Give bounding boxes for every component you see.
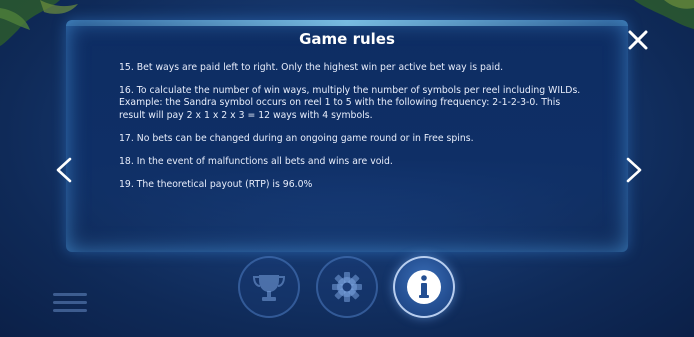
rule-17: 17. No bets can be changed during an ong… — [119, 132, 474, 144]
chevron-left-icon[interactable] — [52, 156, 76, 184]
chevron-right-icon[interactable] — [622, 156, 646, 184]
rule-19: 19. The theoretical payout (RTP) is 96.0… — [119, 179, 313, 191]
info-button[interactable] — [393, 256, 455, 318]
settings-button[interactable] — [316, 256, 378, 318]
gear-icon — [332, 272, 362, 302]
rules-text: 15. Bet ways are paid left to right. Onl… — [119, 62, 589, 202]
close-icon[interactable] — [627, 29, 649, 51]
menu-bar — [53, 293, 87, 296]
hamburger-menu-icon[interactable] — [53, 293, 87, 315]
trophy-icon — [252, 275, 286, 301]
info-icon — [407, 270, 441, 304]
menu-bar — [53, 301, 87, 304]
rule-15: 15. Bet ways are paid left to right. Onl… — [119, 62, 504, 73]
panel-glow-edge — [66, 20, 628, 26]
rule-16: 16. To calculate the number of win ways,… — [119, 85, 581, 121]
menu-bar — [53, 309, 87, 312]
rule-18: 18. In the event of malfunctions all bet… — [119, 156, 393, 168]
trophy-button[interactable] — [238, 256, 300, 318]
page-title: Game rules — [299, 30, 395, 48]
